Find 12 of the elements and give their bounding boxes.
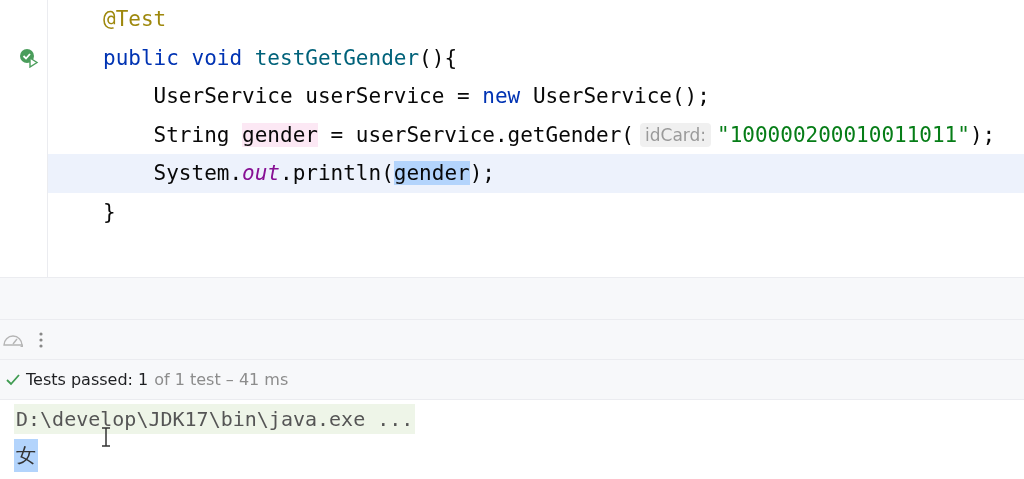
code-text: public void testGetGender(){ xyxy=(103,45,458,70)
parameter-hint: idCard: xyxy=(640,122,712,147)
run-test-icon[interactable] xyxy=(19,47,39,68)
code-text: "100000200010011011"); xyxy=(717,122,996,147)
more-options-icon[interactable] xyxy=(38,330,44,349)
code-text: @Test xyxy=(103,7,167,32)
code-text: UserService userService = new UserService(); xyxy=(152,84,710,109)
code-text: } xyxy=(103,199,116,224)
code-text: System.out.println(gender); xyxy=(152,161,495,186)
test-status: Tests passed: 1 xyxy=(26,370,149,389)
test-summary: of 1 test – 41 ms xyxy=(154,370,289,389)
code-text: String gender = userService.getGender( xyxy=(152,122,634,147)
